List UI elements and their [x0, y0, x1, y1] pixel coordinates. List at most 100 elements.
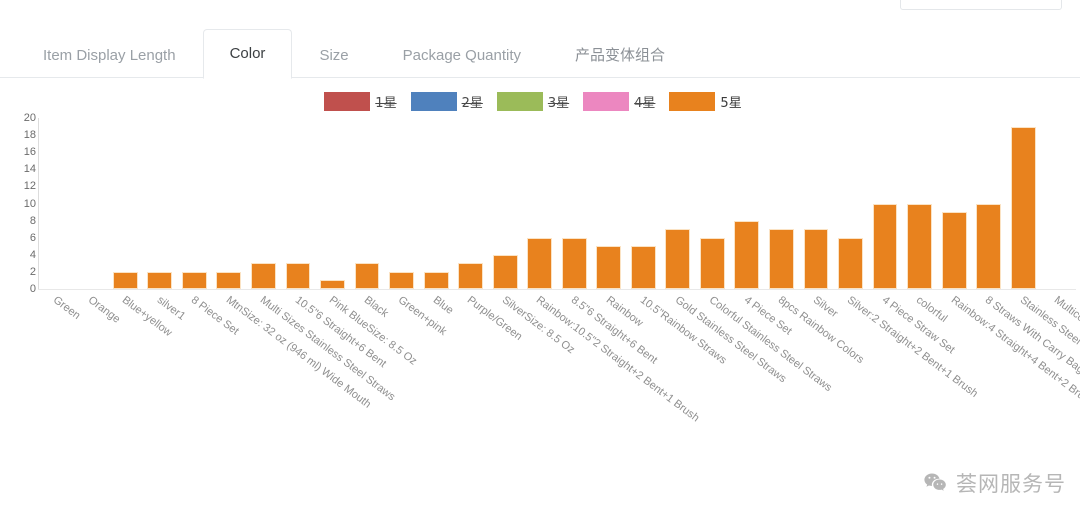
- bar-slot: [868, 118, 903, 289]
- legend-item-4[interactable]: 5星: [669, 92, 742, 111]
- bar-slot: [522, 118, 557, 289]
- bar-slot: [39, 118, 74, 289]
- bar[interactable]: [251, 263, 276, 289]
- bar[interactable]: [389, 271, 414, 289]
- bar[interactable]: [941, 212, 967, 289]
- legend-label: 1星: [375, 96, 397, 111]
- bar[interactable]: [458, 263, 484, 289]
- watermark-text: 荟网服务号: [956, 472, 1066, 496]
- bar[interactable]: [630, 246, 656, 289]
- bar[interactable]: [665, 229, 691, 289]
- x-axis-line: [38, 289, 1076, 290]
- y-tick-label: 10: [23, 197, 36, 210]
- bar-slot: [592, 118, 627, 289]
- bar[interactable]: [838, 237, 863, 289]
- legend-item-1[interactable]: 2星: [410, 92, 483, 111]
- bar-slot: [143, 118, 178, 289]
- tab-1[interactable]: Color: [202, 29, 293, 79]
- legend-item-0[interactable]: 1星: [324, 92, 397, 111]
- y-tick-label: 2: [29, 265, 36, 278]
- bar[interactable]: [354, 263, 380, 289]
- tab-list: Item Display Length Color Size Package Quan…: [0, 28, 1080, 79]
- bar[interactable]: [320, 280, 345, 289]
- legend-item-2[interactable]: 3星: [496, 92, 570, 111]
- bar[interactable]: [492, 254, 518, 289]
- bar[interactable]: [976, 203, 1002, 289]
- bar[interactable]: [423, 271, 449, 289]
- bar-slot: [453, 118, 488, 289]
- bar[interactable]: [872, 203, 898, 289]
- bar-slot: [488, 118, 523, 289]
- legend-swatch-icon: [583, 92, 630, 111]
- tab-4[interactable]: 产品变体组合: [548, 31, 692, 78]
- bar[interactable]: [596, 246, 622, 289]
- bar[interactable]: [803, 229, 829, 289]
- bar-slot: [74, 118, 109, 289]
- x-axis-labels: Green Orange Blue+yellow silver1 8 Piece Set…: [39, 294, 1080, 504]
- bar-slot: [108, 118, 143, 289]
- bar-slot: [350, 118, 385, 289]
- bar-slot: [281, 118, 316, 289]
- bar[interactable]: [147, 271, 173, 289]
- wechat-icon: [924, 473, 946, 491]
- bar[interactable]: [112, 271, 138, 289]
- bar-slot: [177, 118, 212, 289]
- bar[interactable]: [216, 271, 242, 289]
- bar[interactable]: [527, 237, 553, 289]
- bar-slot: [799, 118, 834, 289]
- y-tick-label: 6: [29, 231, 36, 244]
- x-axis-label: Silver: [810, 294, 840, 321]
- tab-2[interactable]: Size: [292, 31, 375, 78]
- bar-slot: [730, 118, 765, 289]
- bar[interactable]: [561, 237, 587, 289]
- bar-slot: [902, 118, 937, 289]
- bar-chart: 20 18 16 14 12 10 8 6 4 2 0: [0, 112, 1080, 298]
- legend-item-3[interactable]: 4星: [583, 92, 655, 111]
- y-tick-label: 20: [23, 112, 36, 124]
- bar[interactable]: [768, 229, 794, 289]
- x-axis-label: Black: [361, 294, 391, 320]
- y-tick-label: 0: [29, 283, 36, 295]
- x-axis-label: Green: [50, 294, 83, 322]
- bar-slot: [764, 118, 799, 289]
- legend-label: 3星: [547, 96, 570, 111]
- legend-label: 4星: [634, 96, 656, 111]
- bar-slot: [212, 118, 247, 289]
- bar-slot: [833, 118, 868, 289]
- legend-swatch-icon: [669, 92, 716, 111]
- legend-label: 2星: [461, 96, 483, 111]
- legend-swatch-icon: [324, 92, 371, 111]
- tab-bar: Item Display Length Color Size Package Quan…: [0, 28, 1080, 79]
- y-tick-label: 8: [29, 214, 36, 227]
- top-right-panel-stub: [900, 0, 1062, 10]
- bar[interactable]: [1010, 126, 1036, 289]
- bar-series-5star: [39, 118, 1075, 289]
- x-axis-label: Orange: [85, 294, 122, 326]
- y-tick-label: 18: [23, 129, 36, 142]
- bar-slot: [937, 118, 972, 289]
- bar-slot: [246, 118, 281, 289]
- legend-swatch-icon: [410, 92, 457, 111]
- bar[interactable]: [734, 220, 760, 289]
- y-tick-label: 16: [23, 146, 36, 159]
- tab-3[interactable]: Package Quantity: [376, 31, 548, 78]
- bar[interactable]: [181, 271, 207, 289]
- bar-slot: [971, 118, 1006, 289]
- bar-slot: [384, 118, 419, 289]
- chart-legend: 1星 2星 3星 4星 5星: [0, 92, 1080, 111]
- bar-slot: [1040, 118, 1075, 289]
- bar[interactable]: [907, 203, 932, 289]
- watermark: 荟网服务号: [922, 468, 1066, 498]
- y-tick-label: 4: [29, 248, 36, 261]
- tab-0[interactable]: Item Display Length: [16, 31, 203, 78]
- bar-slot: [1006, 118, 1041, 289]
- bar-slot: [661, 118, 696, 289]
- legend-swatch-icon: [496, 92, 543, 111]
- bar-slot: [557, 118, 592, 289]
- bar-slot: [695, 118, 730, 289]
- bar[interactable]: [285, 263, 311, 289]
- x-axis-label: Blue: [430, 294, 456, 317]
- bar[interactable]: [699, 237, 725, 289]
- y-tick-label: 14: [23, 163, 36, 176]
- bar-slot: [419, 118, 454, 289]
